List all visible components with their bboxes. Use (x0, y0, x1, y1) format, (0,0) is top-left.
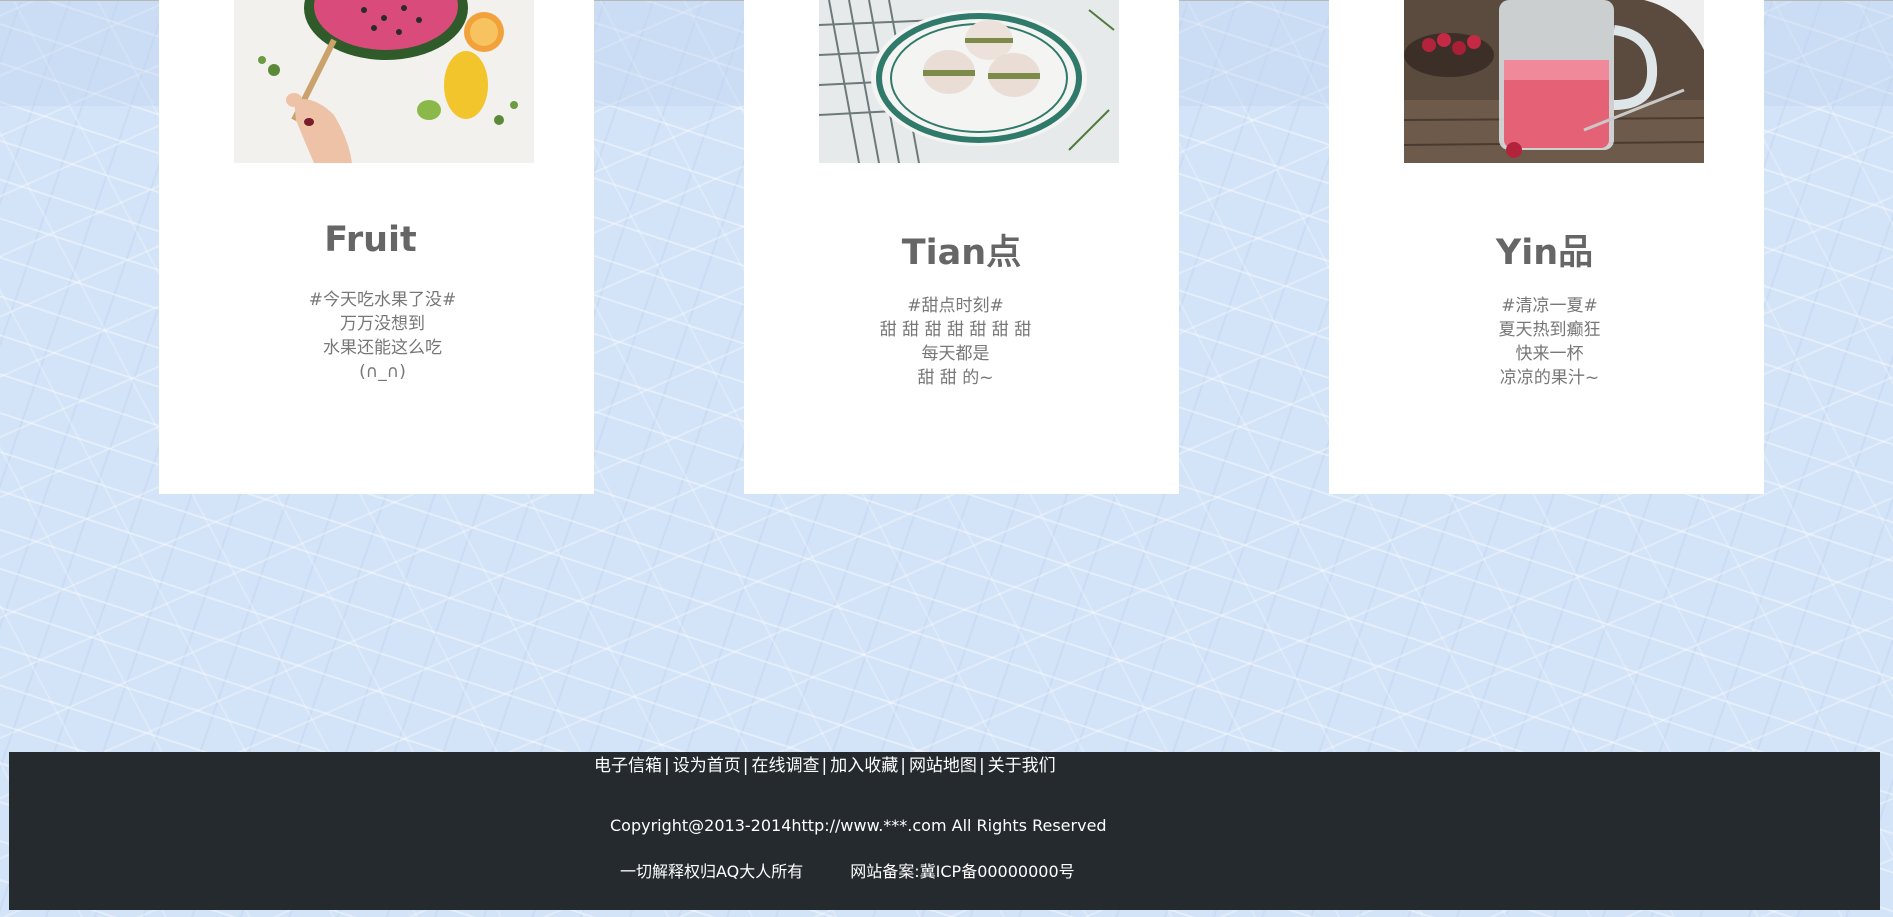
footer-separator: | (978, 756, 985, 776)
card-line: 凉凉的果汁~ (1499, 368, 1600, 388)
card-line: 快来一杯 (1515, 344, 1584, 364)
footer-nav: 电子信箱 | 设为首页 | 在线调查 | 加入收藏 | 网站地图 | 关于我们 (594, 754, 1056, 778)
card-line: (∩_∩) (359, 362, 406, 382)
card-line: 每天都是 (921, 344, 990, 364)
card-tian: Tian点 #甜点时刻# 甜 甜 甜 甜 甜 甜 甜 每天都是 甜 甜 的~ (744, 0, 1179, 494)
card-line: 万万没想到 (340, 314, 425, 334)
footer-legal: 一切解释权归AQ大人所有 网站备案:冀ICP备00000000号 (620, 858, 1075, 882)
footer-link-set-homepage[interactable]: 设为首页 (673, 756, 741, 776)
site-footer: 电子信箱 | 设为首页 | 在线调查 | 加入收藏 | 网站地图 | 关于我们 Copyright@… (9, 752, 1880, 910)
card-description: #清凉一夏# 夏天热到癫狂 快来一杯 凉凉的果汁~ (1332, 294, 1767, 390)
footer-link-about[interactable]: 关于我们 (988, 756, 1056, 776)
rights-text: 一切解释权归AQ大人所有 (620, 862, 804, 881)
card-line: 甜 甜 甜 甜 甜 甜 甜 (879, 320, 1032, 340)
card-yin: Yin品 #清凉一夏# 夏天热到癫狂 快来一杯 凉凉的果汁~ (1329, 0, 1764, 494)
card-line: 夏天热到癫狂 (1498, 320, 1601, 340)
card-line: 水果还能这么吃 (323, 338, 442, 358)
footer-separator: | (664, 756, 670, 776)
card-line: #清凉一夏# (1501, 296, 1598, 316)
copyright-text: Copyright@2013-2014http://www.***.com Al… (610, 816, 1107, 835)
footer-link-sitemap[interactable]: 网站地图 (909, 756, 977, 776)
icp-record: 网站备案:冀ICP备00000000号 (850, 862, 1075, 881)
card-description: #今天吃水果了没# 万万没想到 水果还能这么吃 (∩_∩) (165, 288, 600, 384)
card-title: Yin品 (1495, 233, 1594, 273)
footer-link-bookmark[interactable]: 加入收藏 (830, 756, 898, 776)
footer-separator: | (900, 756, 906, 776)
card-title: Fruit (324, 220, 417, 260)
footer-link-email[interactable]: 电子信箱 (594, 756, 662, 776)
card-line: 甜 甜 的~ (917, 368, 994, 388)
card-title: Tian点 (901, 233, 1022, 273)
berry-drink-jar-photo[interactable] (1404, 0, 1704, 163)
card-fruit: Fruit #今天吃水果了没# 万万没想到 水果还能这么吃 (∩_∩) (159, 0, 594, 494)
card-line: #今天吃水果了没# (308, 290, 457, 310)
watermelon-dessert-photo[interactable] (234, 0, 534, 163)
footer-link-survey[interactable]: 在线调查 (751, 756, 819, 776)
footer-separator: | (821, 756, 828, 776)
footer-separator: | (742, 756, 749, 776)
macarons-plate-photo[interactable] (819, 0, 1119, 163)
card-description: #甜点时刻# 甜 甜 甜 甜 甜 甜 甜 每天都是 甜 甜 的~ (738, 294, 1173, 390)
card-line: #甜点时刻# (907, 296, 1004, 316)
